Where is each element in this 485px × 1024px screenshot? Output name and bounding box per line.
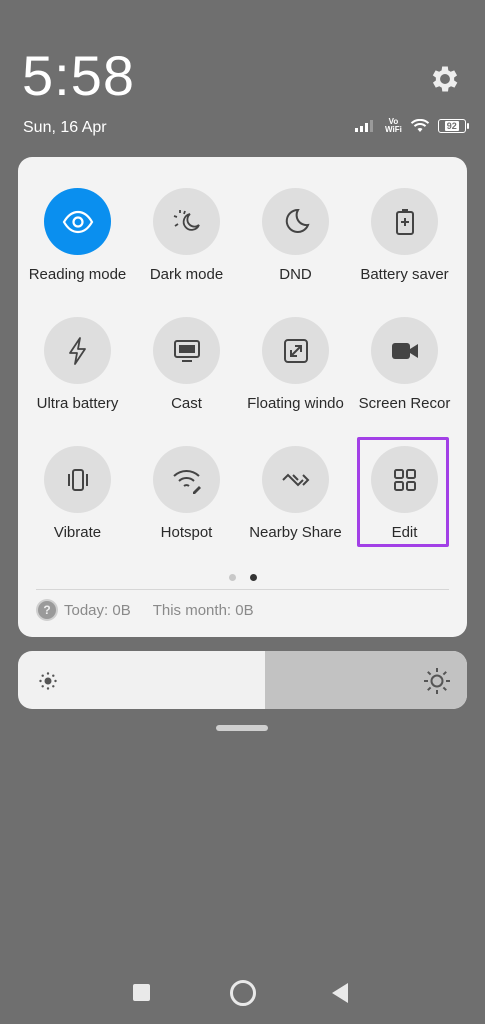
floating-window-icon [283, 338, 308, 363]
tile-floating-window[interactable]: Floating windo [241, 317, 350, 412]
back-button[interactable] [332, 983, 348, 1003]
tile-vibrate[interactable]: Vibrate [23, 446, 132, 541]
tile-label: Hotspot [160, 524, 213, 541]
status-area: 5:58 [22, 46, 135, 106]
cast-button[interactable] [153, 317, 220, 384]
page-indicator [18, 574, 467, 581]
tile-battery-saver[interactable]: Battery saver [350, 188, 459, 283]
help-icon: ? [38, 601, 56, 619]
divider [36, 589, 449, 590]
system-status-icons: Vo WiFi 92 [355, 117, 469, 134]
reading-mode-button[interactable] [44, 188, 111, 255]
gear-icon[interactable] [428, 62, 462, 96]
dark-mode-icon [173, 209, 200, 231]
tile-label: Reading mode [28, 266, 127, 283]
tile-label: Cast [171, 395, 202, 412]
volte-wifi-label: Vo WiFi [385, 117, 402, 134]
hotspot-icon [172, 469, 201, 494]
usage-today: Today: 0B [64, 601, 131, 619]
quick-settings-panel: Reading mode Dark mode DND Battery saver… [18, 157, 467, 637]
tile-ultra-battery[interactable]: Ultra battery [23, 317, 132, 412]
signal-icon [355, 120, 373, 132]
cast-icon [173, 339, 200, 362]
nearby-share-icon [281, 473, 309, 486]
wifi-icon [410, 119, 429, 132]
navigation-bar [0, 975, 485, 1011]
brightness-slider[interactable] [18, 651, 467, 709]
vibrate-icon [67, 468, 88, 491]
moon-icon [285, 208, 310, 233]
tile-label: Battery saver [360, 266, 449, 283]
ultra-battery-button[interactable] [44, 317, 111, 384]
date: Sun, 16 Apr [23, 119, 107, 136]
hotspot-button[interactable] [153, 446, 220, 513]
recents-button[interactable] [133, 984, 150, 1001]
tile-dark-mode[interactable]: Dark mode [132, 188, 241, 283]
tile-label: Nearby Share [249, 524, 342, 541]
nearby-share-button[interactable] [262, 446, 329, 513]
data-usage[interactable]: ? Today: 0B This month: 0B [38, 601, 254, 619]
tile-label: Ultra battery [36, 395, 119, 412]
battery-saver-button[interactable] [371, 188, 438, 255]
panel-drag-handle[interactable] [216, 725, 268, 731]
tile-label: DND [279, 266, 312, 283]
screen-recorder-button[interactable] [371, 317, 438, 384]
brightness-low-icon [39, 672, 57, 690]
tile-screen-recorder[interactable]: Screen Recor [350, 317, 459, 412]
tile-dnd[interactable]: DND [241, 188, 350, 283]
tile-label: Screen Recor [358, 395, 451, 412]
brightness-high-icon [424, 668, 450, 694]
clock: 5:58 [22, 44, 135, 107]
tile-label: Vibrate [53, 524, 102, 541]
vibrate-button[interactable] [44, 446, 111, 513]
lightning-icon [68, 336, 86, 365]
tile-nearby-share[interactable]: Nearby Share [241, 446, 350, 541]
tile-label: Dark mode [149, 266, 224, 283]
dnd-button[interactable] [262, 188, 329, 255]
eye-icon [62, 210, 93, 233]
tile-reading-mode[interactable]: Reading mode [23, 188, 132, 283]
tile-cast[interactable]: Cast [132, 317, 241, 412]
floating-window-button[interactable] [262, 317, 329, 384]
video-camera-icon [391, 342, 418, 359]
battery-saver-icon [395, 208, 414, 235]
edit-highlight-box [357, 437, 449, 547]
dark-mode-button[interactable] [153, 188, 220, 255]
tile-label: Floating windo [247, 395, 344, 412]
battery-icon: 92 [437, 119, 469, 133]
usage-month: This month: 0B [152, 601, 254, 619]
page-dot-current[interactable] [249, 574, 257, 581]
page-dot[interactable] [228, 574, 236, 581]
home-button[interactable] [230, 980, 256, 1006]
tile-hotspot[interactable]: Hotspot [132, 446, 241, 541]
